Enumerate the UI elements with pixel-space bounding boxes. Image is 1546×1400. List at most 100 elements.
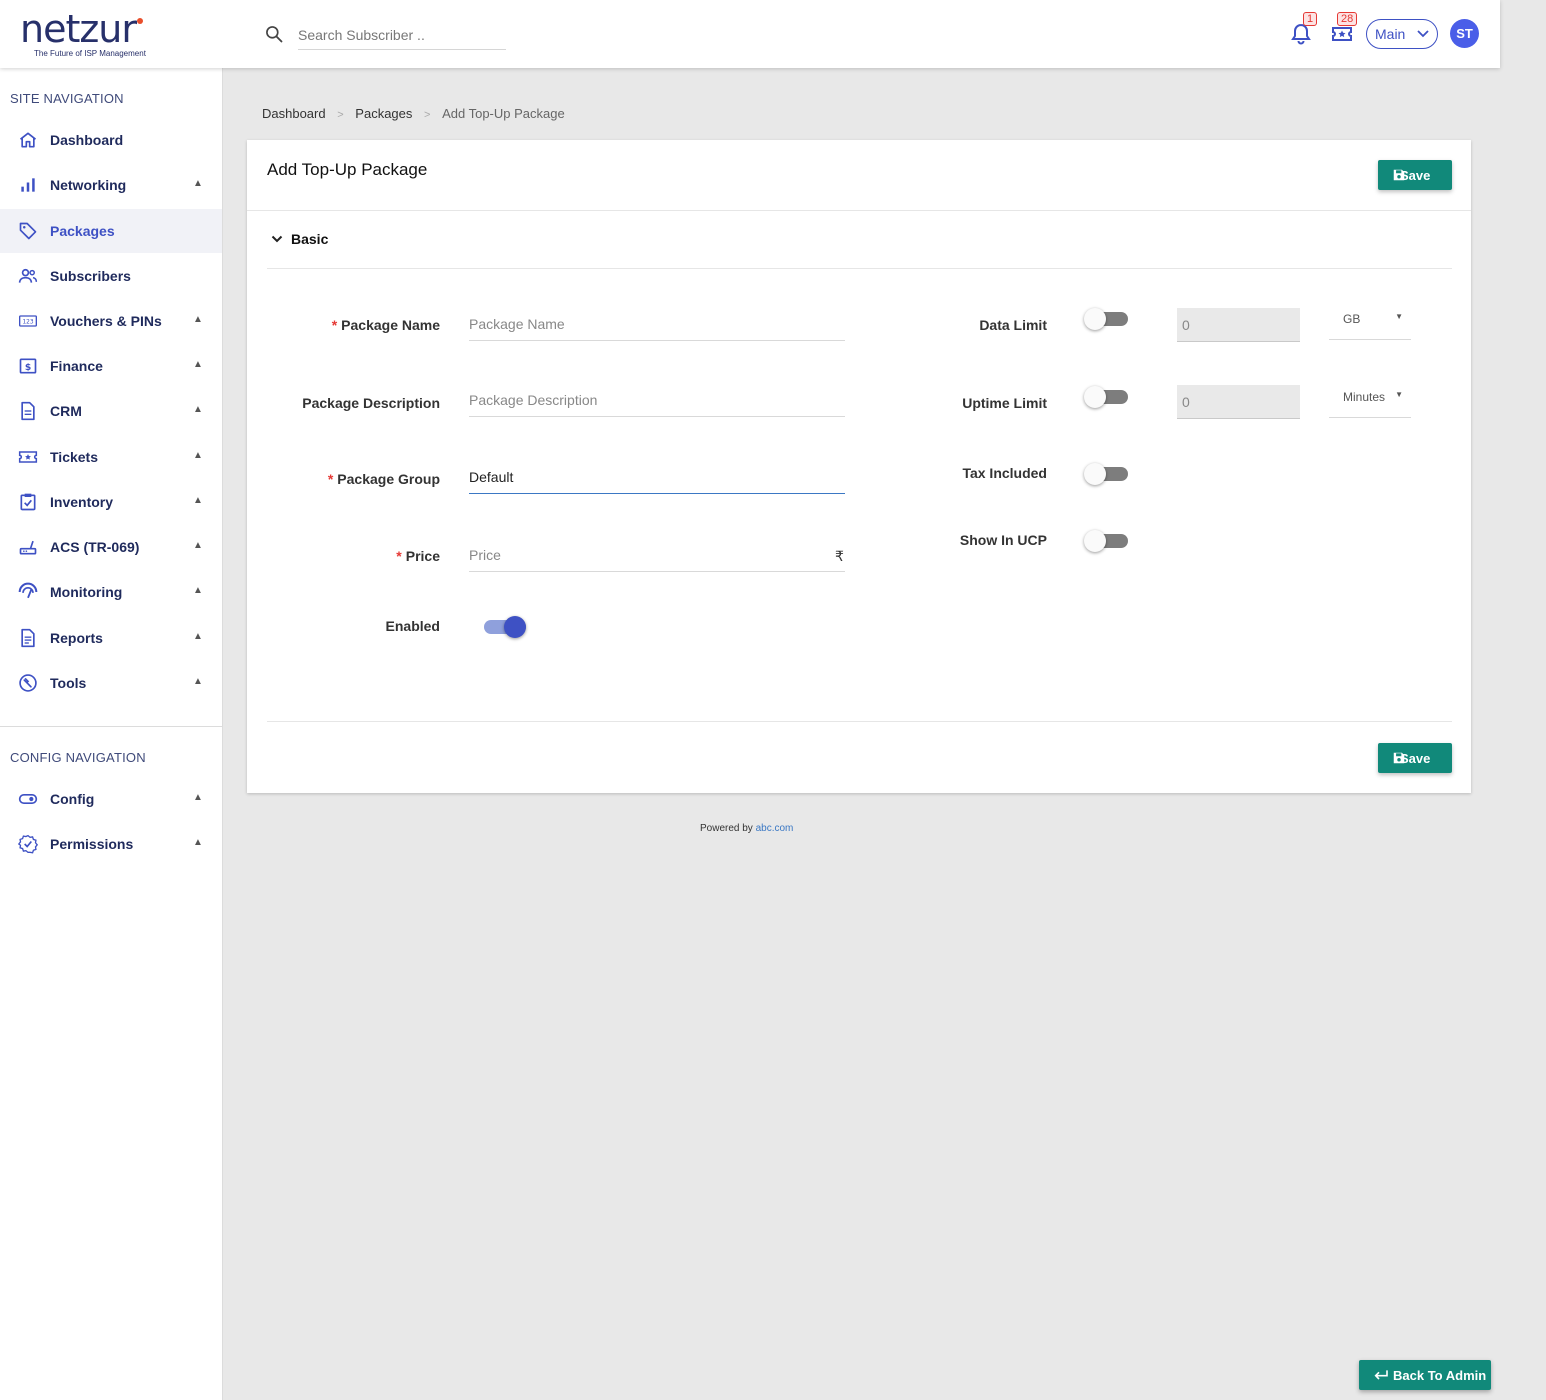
caret-up-icon: ▲: [193, 450, 203, 461]
netzur-logo[interactable]: netzur The Future of ISP Management: [20, 10, 146, 58]
clipboard-check-icon: [20, 493, 36, 511]
data-limit-unit-select[interactable]: GB ▼: [1329, 306, 1411, 340]
sidebar-item-label: Packages: [50, 223, 115, 239]
bar-chart-icon: [21, 178, 35, 192]
wrench-icon: [19, 674, 37, 692]
price-input[interactable]: [469, 538, 845, 572]
sidebar-item-label: ACS (TR-069): [50, 539, 140, 555]
toggle-knob: [1084, 386, 1106, 408]
notification-badge: 1: [1303, 12, 1318, 26]
powered-by: Powered by abc.com: [700, 823, 793, 834]
save-button-top[interactable]: Save: [1378, 160, 1452, 190]
caret-up-icon: ▲: [193, 178, 203, 189]
ticket-icon: [18, 451, 38, 463]
branch-select-value: Main: [1375, 26, 1406, 42]
tax-included-toggle[interactable]: [1084, 463, 1128, 485]
breadcrumb-packages[interactable]: Packages: [355, 106, 412, 121]
top-header: netzur The Future of ISP Management 1 28…: [0, 0, 1500, 68]
sidebar-item-monitoring[interactable]: Monitoring ▲: [0, 570, 222, 614]
package-description-label: Package Description: [302, 395, 440, 411]
document-icon: [21, 401, 35, 421]
sidebar-item-label: Subscribers: [50, 268, 131, 284]
sidebar-item-networking[interactable]: Networking ▲: [0, 163, 222, 207]
powered-by-text: Powered by: [700, 823, 753, 834]
sidebar-item-label: Tools: [50, 675, 87, 691]
enabled-label: Enabled: [385, 618, 440, 634]
toggle-knob: [504, 616, 526, 638]
caret-up-icon: ▲: [193, 314, 203, 325]
unit-select-value: Minutes: [1343, 390, 1386, 404]
user-avatar[interactable]: ST: [1450, 19, 1479, 48]
floppy-disk-icon: [1393, 752, 1405, 764]
sidebar-item-label: Permissions: [50, 836, 134, 852]
sidebar-item-reports[interactable]: Reports ▲: [0, 616, 222, 660]
sidebar-item-label: CRM: [50, 403, 82, 419]
required-marker: *: [396, 548, 402, 564]
unit-select-value: GB: [1343, 312, 1361, 326]
search-subscriber-input[interactable]: [298, 20, 506, 50]
toggle-icon: [18, 794, 38, 804]
uptime-limit-unit-select[interactable]: Minutes ▼: [1329, 384, 1411, 418]
logo-dot: [137, 18, 143, 24]
tickets-badge: 28: [1337, 12, 1358, 26]
page-title: Add Top-Up Package: [267, 160, 428, 179]
return-arrow-icon: [1374, 1370, 1388, 1380]
chevron-down-icon: [271, 235, 283, 243]
toggle-knob: [1084, 308, 1106, 330]
sidebar-item-subscribers[interactable]: Subscribers: [0, 254, 222, 298]
enabled-toggle[interactable]: [482, 616, 526, 638]
sidebar-item-packages[interactable]: Packages: [0, 209, 222, 253]
uptime-limit-input: [1177, 385, 1300, 419]
required-marker: *: [327, 471, 334, 487]
sidebar-item-inventory[interactable]: Inventory ▲: [0, 480, 222, 524]
sidebar-item-label: Monitoring: [50, 584, 123, 600]
uptime-limit-toggle[interactable]: [1084, 386, 1128, 408]
sidebar-item-acs[interactable]: ACS (TR-069) ▲: [0, 525, 222, 569]
sidebar-item-finance[interactable]: $ Finance ▲: [0, 344, 222, 388]
data-limit-input: [1177, 308, 1300, 342]
svg-text:$: $: [25, 362, 31, 373]
powered-by-link[interactable]: abc.com: [756, 823, 794, 834]
sidebar-item-label: Config: [50, 791, 95, 807]
section-title: Basic: [291, 231, 329, 247]
section-divider: [267, 268, 1452, 269]
package-group-input[interactable]: [469, 460, 845, 494]
breadcrumb: Dashboard > Packages > Add Top-Up Packag…: [262, 106, 565, 121]
branch-select[interactable]: Main: [1366, 19, 1438, 49]
package-name-label: * Package Name: [331, 317, 440, 333]
caret-up-icon: ▲: [193, 631, 203, 642]
sidebar-item-vouchers-pins[interactable]: 123 Vouchers & PINs ▲: [0, 299, 222, 343]
save-button-bottom[interactable]: Save: [1378, 743, 1452, 773]
card-footer-divider: [267, 721, 1452, 722]
caret-up-icon: ▲: [193, 585, 203, 596]
report-icon: [21, 628, 35, 648]
tax-included-label: Tax Included: [962, 465, 1047, 481]
site-navigation-heading: SITE NAVIGATION: [10, 91, 124, 106]
sidebar-item-label: Tickets: [50, 449, 98, 465]
toggle-knob: [1084, 530, 1106, 552]
package-description-input[interactable]: [469, 383, 845, 417]
sidebar-item-label: Finance: [50, 358, 103, 374]
sidebar-item-permissions[interactable]: Permissions ▲: [0, 822, 222, 866]
data-limit-toggle[interactable]: [1084, 308, 1128, 330]
pin-123-icon: 123: [19, 315, 37, 327]
sidebar-item-tools[interactable]: Tools ▲: [0, 661, 222, 705]
sidebar-item-config[interactable]: Config ▲: [0, 777, 222, 821]
uptime-limit-label: Uptime Limit: [962, 395, 1047, 411]
sidebar-item-dashboard[interactable]: Dashboard: [0, 118, 222, 162]
sidebar-item-label: Reports: [50, 630, 103, 646]
show-in-ucp-toggle[interactable]: [1084, 530, 1128, 552]
floppy-disk-icon: [1393, 169, 1405, 181]
breadcrumb-separator: >: [337, 109, 344, 121]
rupee-icon: ₹: [835, 548, 844, 564]
sidebar-item-crm[interactable]: CRM ▲: [0, 389, 222, 433]
sidebar-item-tickets[interactable]: Tickets ▲: [0, 435, 222, 479]
package-group-label: * Package Group: [327, 471, 440, 487]
sidebar-divider: [0, 726, 222, 727]
package-name-input[interactable]: [469, 307, 845, 341]
breadcrumb-dashboard[interactable]: Dashboard: [262, 106, 326, 121]
basic-section-toggle[interactable]: Basic: [271, 231, 328, 247]
back-to-admin-button[interactable]: Back To Admin: [1359, 1360, 1491, 1390]
caret-up-icon: ▲: [193, 676, 203, 687]
show-in-ucp-label: Show In UCP: [959, 532, 1047, 548]
